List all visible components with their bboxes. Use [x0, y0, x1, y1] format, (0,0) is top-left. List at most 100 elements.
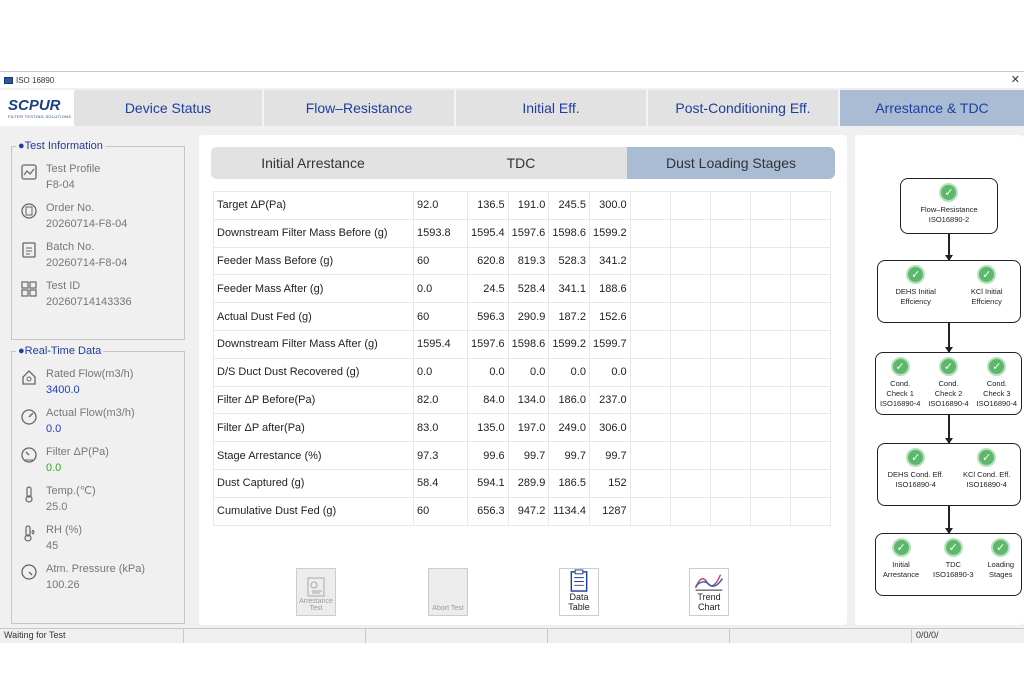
empty-cell: [789, 413, 831, 443]
row-label: Feeder Mass After (g): [213, 274, 414, 304]
empty-cell: [789, 385, 831, 415]
flow-step-text: TDC: [945, 560, 961, 569]
test-flow-panel: ✓ Flow–Resistance ISO16890-2 ✓ DEHS Initial E…: [855, 135, 1024, 625]
empty-cell: [789, 468, 831, 498]
table-cell: 152: [588, 468, 631, 498]
row-label: Stage Arrestance (%): [213, 441, 414, 470]
flow-step-text: ISO16890-4: [976, 399, 1018, 408]
check-icon: ✓: [977, 265, 997, 284]
tab-initial-eff[interactable]: Initial Eff.: [456, 90, 648, 126]
flow-step-text: KCl Initial: [970, 287, 1003, 296]
subtab-dust-loading-stages[interactable]: Dust Loading Stages: [627, 147, 835, 179]
flow-step: ✓ DEHS Cond. Eff. ISO16890-4 ✓ KCl Cond. Eff…: [877, 443, 1021, 506]
arrestance-test-button[interactable]: Arrestance Test: [296, 568, 336, 616]
flow-step-text: DEHS Initial: [895, 287, 936, 296]
row-label: Cumulative Dust Fed (g): [213, 496, 414, 526]
title-bar: ISO 16890 ✕: [0, 72, 1024, 88]
empty-cell: [669, 496, 711, 526]
table-cell: 1598.6: [548, 218, 590, 248]
flow-step-text: ISO16890-2: [928, 215, 970, 224]
check-icon: ✓: [977, 448, 997, 467]
table-cell: 186.5: [548, 468, 590, 498]
table-cell: 1134.4: [548, 496, 590, 526]
flow-arrow: [945, 234, 953, 261]
data-table-button[interactable]: Data Table: [559, 568, 599, 616]
empty-cell: [629, 385, 671, 415]
empty-cell: [629, 357, 671, 387]
table-row: Filter ΔP after(Pa) 83.0 135.0 197.0 249.0 30…: [213, 413, 831, 443]
flow-step: ✓ DEHS Initial Effciency ✓ KCl Initial Effcie…: [877, 260, 1021, 323]
close-icon[interactable]: ✕: [1011, 73, 1020, 86]
sub-tab-bar: Initial Arrestance TDC Dust Loading Stag…: [211, 147, 835, 179]
empty-cell: [749, 385, 791, 415]
empty-cell: [789, 329, 831, 359]
atm-pressure-value: 100.26: [46, 579, 80, 591]
empty-cell: [669, 302, 711, 331]
empty-cell: [629, 468, 671, 498]
empty-cell: [749, 496, 791, 526]
empty-cell: [669, 329, 711, 359]
check-icon: ✓: [938, 357, 958, 376]
table-cell: 1598.6: [507, 329, 550, 359]
order-icon: [21, 203, 37, 219]
table-row: Feeder Mass Before (g) 60 620.8 819.3 528.3 3…: [213, 246, 831, 276]
empty-cell: [629, 302, 671, 331]
table-cell: 620.8: [467, 246, 509, 276]
flow-step: ✓ Initial Arrestance ✓ TDC ISO16890-3 ✓ Loading…: [875, 533, 1022, 596]
empty-cell: [789, 357, 831, 387]
flow-step-text: Cond.: [986, 379, 1007, 388]
subtab-initial-arrestance[interactable]: Initial Arrestance: [211, 147, 415, 179]
empty-cell: [669, 468, 711, 498]
abort-test-label: Abort Test: [432, 605, 464, 612]
table-cell: 289.9: [507, 468, 550, 498]
tab-flow-resistance[interactable]: Flow–Resistance: [264, 90, 456, 126]
batch-no-value: 20260714-F8-04: [46, 257, 128, 269]
trend-chart-button[interactable]: Trend Chart: [689, 568, 729, 616]
subtab-tdc[interactable]: TDC: [415, 147, 627, 179]
batch-no-label: Batch No.: [46, 241, 95, 253]
status-cell-5: [730, 629, 912, 643]
flow-step-item: ✓ Loading Stages: [987, 538, 1014, 580]
empty-cell: [709, 191, 751, 220]
table-cell: 1595.4: [413, 329, 468, 359]
table-cell: 187.2: [548, 302, 590, 331]
info-batch-no: Batch No. 20260714-F8-04: [20, 239, 127, 272]
table-cell: 1597.6: [507, 218, 550, 248]
table-cell: 60: [413, 496, 468, 526]
table-cell: 1599.2: [588, 218, 631, 248]
check-icon: ✓: [943, 538, 963, 557]
tab-device-status[interactable]: Device Status: [74, 90, 264, 126]
empty-cell: [669, 218, 711, 248]
status-message: Waiting for Test: [0, 629, 184, 643]
tab-arrestance-tdc[interactable]: Arrestance & TDC: [840, 90, 1024, 126]
abort-test-button[interactable]: Abort Test: [428, 568, 468, 616]
flow-step: ✓ Flow–Resistance ISO16890-2: [900, 178, 998, 234]
table-cell: 58.4: [413, 468, 468, 498]
tab-post-conditioning-eff[interactable]: Post-Conditioning Eff.: [648, 90, 840, 126]
check-icon: ✓: [991, 538, 1011, 557]
table-cell: 0.0: [507, 357, 550, 387]
real-time-data-group: ●Real-Time Data Rated Flow(m3/h) 3400.0 A…: [11, 345, 185, 624]
empty-cell: [669, 191, 711, 220]
trend-chart-label: Trend Chart: [697, 592, 721, 612]
flow-step-text: Cond.: [938, 379, 959, 388]
table-cell: 0.0: [588, 357, 631, 387]
check-icon: ✓: [891, 538, 911, 557]
test-id-label: Test ID: [46, 280, 81, 292]
flow-step-text: ISO16890-4: [928, 399, 969, 408]
rt-actual-flow: Actual Flow(m3/h) 0.0: [20, 405, 135, 438]
table-row: Filter ΔP Before(Pa) 82.0 84.0 134.0 186.0 23…: [213, 385, 831, 415]
empty-cell: [789, 496, 831, 526]
empty-cell: [709, 218, 751, 248]
row-label: Downstream Filter Mass After (g): [213, 329, 414, 359]
check-icon: ✓: [890, 357, 910, 376]
table-cell: 341.1: [548, 274, 590, 304]
row-label: Downstream Filter Mass Before (g): [213, 218, 414, 248]
table-cell: 99.7: [507, 441, 550, 470]
empty-cell: [629, 329, 671, 359]
flow-step-text: ISO16890-4: [966, 480, 1007, 489]
info-test-id: Test ID 20260714143336: [20, 278, 132, 311]
flow-step-text: Check 3: [983, 389, 1011, 398]
table-row: Stage Arrestance (%) 97.3 99.6 99.7 99.7 99.7: [213, 441, 831, 470]
main-tab-bar: SCPUR FILTER TESTING SOLUTIONS Device St…: [0, 90, 1024, 126]
